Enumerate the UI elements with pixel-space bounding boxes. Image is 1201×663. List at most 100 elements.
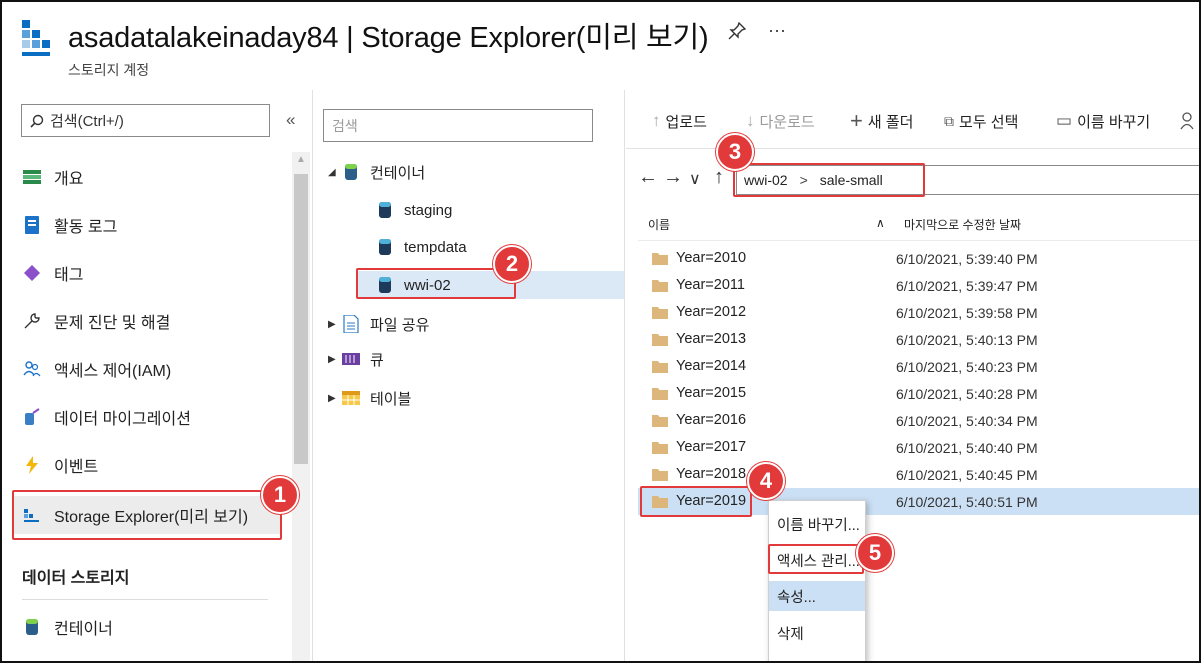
folder-icon	[652, 280, 668, 292]
tree-item-label: 컨테이너	[370, 164, 426, 182]
download-label: 다운로드	[759, 113, 815, 131]
breadcrumb[interactable]: wwi-02 > sale-small	[736, 165, 1199, 195]
forward-arrow-icon[interactable]: →	[663, 166, 683, 189]
tree-item-file-shares[interactable]: ▶ 파일 공유	[328, 310, 429, 338]
file-name: Year=2010	[676, 250, 747, 266]
tree-item-containers[interactable]: ◢ 컨테이너	[328, 158, 425, 186]
modified-date: 6/10/2021, 5:39:47 PM	[896, 278, 1038, 294]
nav-item-containers[interactable]: 컨테이너	[12, 608, 282, 646]
menu-item-rename[interactable]: 이름 바꾸기...	[769, 509, 865, 539]
tree-item-tables[interactable]: ▶ 테이블	[328, 384, 411, 412]
rename-label: 이름 바꾸기	[1077, 113, 1151, 131]
modified-date: 6/10/2021, 5:39:40 PM	[896, 251, 1038, 267]
overview-icon	[22, 167, 42, 187]
select-all-label: 모두 선택	[959, 113, 1019, 131]
breadcrumb-segment[interactable]: sale-small	[820, 172, 883, 188]
lightning-icon	[22, 455, 42, 475]
pin-icon[interactable]	[728, 21, 747, 45]
nav-item-label: 개요	[54, 171, 84, 188]
modified-date: 6/10/2021, 5:40:23 PM	[896, 359, 1038, 375]
tree-item-wwi-02[interactable]: wwi-02	[376, 271, 451, 299]
new-folder-button[interactable]: + 새 폴더	[850, 108, 913, 134]
folder-icon	[652, 469, 668, 481]
collapse-nav-button[interactable]: «	[286, 110, 295, 130]
file-name: Year=2019	[676, 493, 747, 509]
nav-separator	[312, 90, 313, 661]
menu-item-delete[interactable]: 삭제	[769, 618, 865, 648]
expand-arrow-icon[interactable]: ▶	[328, 319, 342, 330]
nav-item-label: 이벤트	[54, 459, 99, 476]
tree-item-label: tempdata	[404, 238, 467, 256]
storage-explorer-logo-icon	[22, 16, 52, 62]
modified-date: 6/10/2021, 5:40:51 PM	[896, 494, 1038, 510]
queue-icon	[342, 349, 360, 369]
list-item[interactable]: Year=2017 6/10/2021, 5:40:40 PM	[638, 434, 1199, 461]
modified-date: 6/10/2021, 5:40:13 PM	[896, 332, 1038, 348]
history-dropdown-icon[interactable]: ∨	[689, 169, 701, 189]
nav-item-diagnose[interactable]: 문제 진단 및 해결	[12, 302, 282, 340]
download-button[interactable]: ↓ 다운로드	[746, 108, 815, 134]
expand-arrow-icon[interactable]: ▶	[328, 354, 342, 365]
expand-arrow-icon[interactable]: ▶	[328, 393, 342, 404]
file-share-icon	[342, 314, 360, 334]
column-header-modified[interactable]: 마지막으로 수정한 날짜	[904, 216, 1021, 233]
nav-item-activity-log[interactable]: 활동 로그	[12, 206, 282, 244]
nav-item-label: 태그	[54, 267, 84, 284]
modified-date: 6/10/2021, 5:39:58 PM	[896, 305, 1038, 321]
tree-search-input[interactable]: 검색	[323, 109, 593, 142]
list-item[interactable]: Year=2010 6/10/2021, 5:39:40 PM	[638, 245, 1199, 272]
select-all-button[interactable]: ⧉ 모두 선택	[944, 108, 1018, 134]
file-name: Year=2014	[676, 358, 747, 374]
tag-icon	[22, 263, 42, 283]
breadcrumb-segment[interactable]: wwi-02	[744, 172, 788, 188]
back-arrow-icon[interactable]: ←	[638, 166, 658, 189]
list-item[interactable]: Year=2016 6/10/2021, 5:40:34 PM	[638, 407, 1199, 434]
list-item[interactable]: Year=2015 6/10/2021, 5:40:28 PM	[638, 380, 1199, 407]
storage-explorer-window: asadatalakeinaday84 | Storage Explorer(미…	[0, 0, 1201, 663]
sort-ascending-icon[interactable]: ∧	[876, 216, 885, 230]
list-item[interactable]: Year=2013 6/10/2021, 5:40:13 PM	[638, 326, 1199, 353]
nav-item-label: 컨테이너	[54, 621, 113, 638]
nav-item-tags[interactable]: 태그	[12, 254, 282, 292]
migration-icon	[22, 407, 42, 427]
folder-icon	[652, 253, 668, 265]
list-item[interactable]: Year=2011 6/10/2021, 5:39:47 PM	[638, 272, 1199, 299]
person-icon[interactable]	[1180, 108, 1194, 134]
upload-label: 업로드	[665, 113, 707, 131]
folder-icon	[652, 307, 668, 319]
folder-icon	[652, 496, 668, 508]
list-item[interactable]: Year=2012 6/10/2021, 5:39:58 PM	[638, 299, 1199, 326]
list-item-selected[interactable]: Year=2019 6/10/2021, 5:40:51 PM	[638, 488, 1199, 515]
file-name: Year=2017	[676, 439, 747, 455]
tree-item-queues[interactable]: ▶ 큐	[328, 345, 384, 373]
menu-item-properties[interactable]: 속성...	[769, 581, 865, 611]
nav-section-data-storage: 데이터 스토리지	[22, 570, 130, 587]
scroll-up-icon[interactable]: ▲	[296, 154, 306, 165]
nav-scrollbar-thumb[interactable]	[294, 174, 308, 464]
callout-badge-3: 3	[716, 133, 754, 171]
modified-date: 6/10/2021, 5:40:34 PM	[896, 413, 1038, 429]
nav-item-events[interactable]: 이벤트	[12, 446, 282, 484]
download-icon: ↓	[746, 111, 755, 130]
tree-item-staging[interactable]: staging	[376, 196, 452, 224]
collapse-arrow-icon[interactable]: ◢	[328, 167, 342, 178]
rename-button[interactable]: ▭ 이름 바꾸기	[1056, 108, 1150, 134]
nav-search-input[interactable]: 검색(Ctrl+/)	[21, 104, 270, 137]
list-item[interactable]: Year=2018 6/10/2021, 5:40:45 PM	[638, 461, 1199, 488]
list-item[interactable]: Year=2014 6/10/2021, 5:40:23 PM	[638, 353, 1199, 380]
menu-item-manage-access[interactable]: 액세스 관리...	[769, 545, 865, 575]
upload-button[interactable]: ↑ 업로드	[652, 108, 707, 134]
modified-date: 6/10/2021, 5:40:45 PM	[896, 467, 1038, 483]
tree-item-label: staging	[404, 201, 453, 219]
up-arrow-icon[interactable]: ↑	[714, 166, 724, 189]
tree-item-tempdata[interactable]: tempdata	[376, 233, 467, 261]
tree-item-label: 파일 공유	[370, 316, 430, 334]
column-header-name[interactable]: 이름	[648, 216, 670, 233]
nav-item-storage-explorer[interactable]: Storage Explorer(미리 보기)	[12, 496, 282, 534]
rename-icon: ▭	[1056, 111, 1073, 130]
people-icon	[22, 359, 42, 379]
nav-item-overview[interactable]: 개요	[12, 158, 282, 196]
nav-item-data-migration[interactable]: 데이터 마이그레이션	[12, 398, 282, 436]
nav-item-iam[interactable]: 액세스 제어(IAM)	[12, 350, 282, 388]
more-options-button[interactable]: ···	[768, 20, 786, 41]
